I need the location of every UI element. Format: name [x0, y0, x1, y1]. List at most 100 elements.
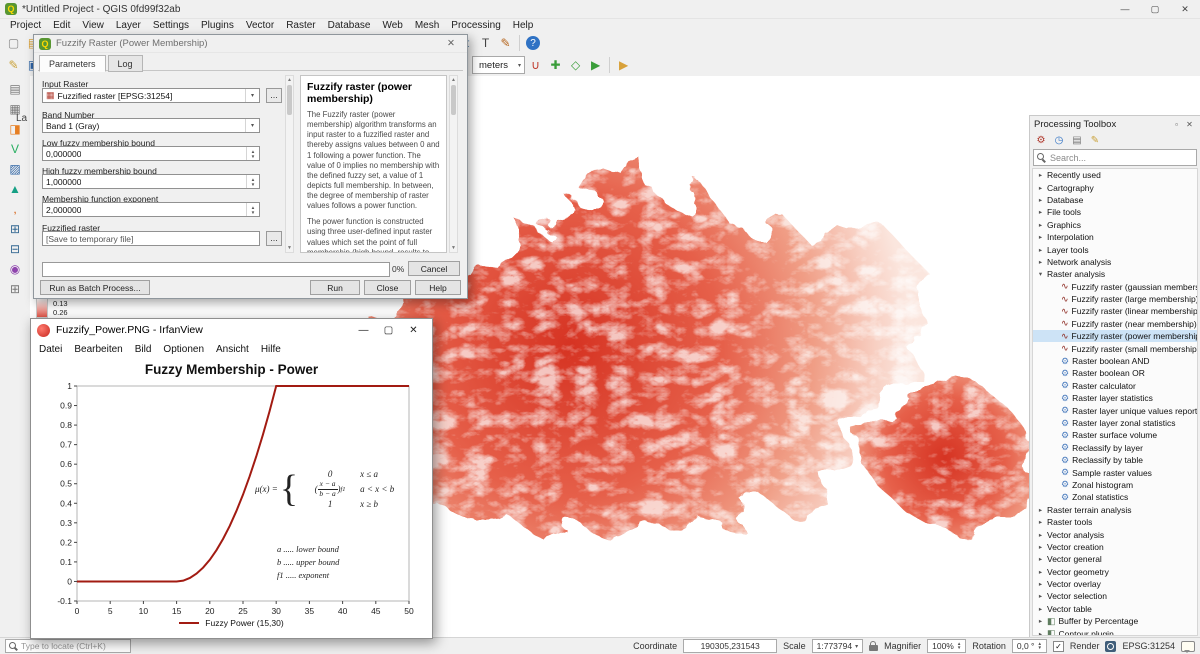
- chevron-right-icon[interactable]: ▸: [1037, 208, 1044, 216]
- browser-panel-icon[interactable]: ▤: [5, 80, 25, 98]
- toolbox-item-raster-calculator[interactable]: ⚙Raster calculator: [1033, 380, 1197, 392]
- text-annotation-icon[interactable]: T: [476, 34, 495, 53]
- scrollbar-thumb[interactable]: [287, 85, 292, 115]
- new-project-icon[interactable]: ▢: [4, 34, 23, 53]
- chevron-right-icon[interactable]: ▸: [1037, 171, 1044, 179]
- chevron-right-icon[interactable]: ▸: [1037, 531, 1044, 539]
- toolbox-item-graphics[interactable]: ▸Graphics: [1033, 219, 1197, 231]
- panel-close-icon[interactable]: ✕: [1183, 120, 1196, 129]
- toolbox-item-vector-creation[interactable]: ▸Vector creation: [1033, 541, 1197, 553]
- add-wms-icon[interactable]: ◉: [5, 260, 25, 278]
- rotation-spinbox[interactable]: 0,0 ° ▲▼: [1012, 639, 1047, 653]
- tab-log[interactable]: Log: [108, 55, 143, 72]
- trace-icon[interactable]: ▶: [586, 56, 605, 75]
- toolbox-item-interpolation[interactable]: ▸Interpolation: [1033, 231, 1197, 243]
- add-spatialite-icon[interactable]: ⊟: [5, 240, 25, 258]
- units-combo[interactable]: meters ▾: [472, 56, 525, 74]
- chevron-right-icon[interactable]: ▸: [1037, 630, 1044, 636]
- menu-item-view[interactable]: View: [76, 20, 110, 31]
- help-icon[interactable]: ?: [526, 36, 540, 50]
- cancel-button[interactable]: Cancel: [408, 261, 460, 276]
- toolbox-item-vector-selection[interactable]: ▸Vector selection: [1033, 590, 1197, 602]
- toolbox-item-fuzzify-raster-near-membership[interactable]: ∿Fuzzify raster (near membership): [1033, 318, 1197, 330]
- crs-icon[interactable]: [1105, 641, 1116, 652]
- menu-item-vector[interactable]: Vector: [240, 20, 280, 31]
- spinner-buttons[interactable]: ▲▼: [246, 203, 259, 216]
- toolbox-item-network-analysis[interactable]: ▸Network analysis: [1033, 256, 1197, 268]
- models-icon[interactable]: ⚙: [1034, 133, 1048, 147]
- menu-item-web[interactable]: Web: [376, 20, 408, 31]
- menu-item-database[interactable]: Database: [322, 20, 377, 31]
- add-raster-layer-icon[interactable]: ▨: [5, 160, 25, 178]
- lock-scale-icon[interactable]: [869, 645, 878, 651]
- chevron-right-icon[interactable]: ▸: [1037, 555, 1044, 563]
- batch-process-button[interactable]: Run as Batch Process...: [40, 280, 150, 295]
- chevron-right-icon[interactable]: ▸: [1037, 184, 1044, 192]
- chevron-right-icon[interactable]: ▸: [1037, 592, 1044, 600]
- close-dialog-button[interactable]: Close: [364, 280, 411, 295]
- add-mesh-layer-icon[interactable]: ▲: [5, 180, 25, 198]
- toolbox-item-buffer-by-percentage[interactable]: ▸◧Buffer by Percentage: [1033, 615, 1197, 627]
- toolbox-item-zonal-statistics[interactable]: ⚙Zonal statistics: [1033, 491, 1197, 503]
- menu-item-datei[interactable]: Datei: [33, 344, 68, 355]
- scale-combo[interactable]: 1:773794 ▾: [812, 639, 863, 653]
- add-delimited-text-icon[interactable]: ,: [5, 200, 25, 218]
- menu-item-mesh[interactable]: Mesh: [409, 20, 445, 31]
- menu-item-bild[interactable]: Bild: [129, 344, 158, 355]
- help-button[interactable]: Help: [415, 280, 461, 295]
- minimize-button[interactable]: —: [351, 319, 376, 341]
- minimize-button[interactable]: —: [1110, 0, 1140, 18]
- spinner-buttons[interactable]: ▲▼: [246, 147, 259, 160]
- spinner-buttons[interactable]: ▲▼: [246, 175, 259, 188]
- close-button[interactable]: ✕: [1170, 0, 1200, 18]
- chevron-down-icon[interactable]: ▾: [1037, 270, 1044, 278]
- toolbox-item-database[interactable]: ▸Database: [1033, 194, 1197, 206]
- digitize-icon[interactable]: ◇: [566, 56, 585, 75]
- chevron-right-icon[interactable]: ▸: [1037, 221, 1044, 229]
- menu-item-ansicht[interactable]: Ansicht: [210, 344, 255, 355]
- toolbox-item-raster-boolean-or[interactable]: ⚙Raster boolean OR: [1033, 367, 1197, 379]
- toolbox-item-reclassify-by-layer[interactable]: ⚙Reclassify by layer: [1033, 442, 1197, 454]
- menu-item-raster[interactable]: Raster: [280, 20, 321, 31]
- chevron-right-icon[interactable]: ▸: [1037, 580, 1044, 588]
- toolbox-item-fuzzify-raster-gaussian-membership[interactable]: ∿Fuzzify raster (gaussian membership): [1033, 281, 1197, 293]
- scrollbar-thumb[interactable]: [451, 85, 456, 115]
- menu-item-hilfe[interactable]: Hilfe: [255, 344, 287, 355]
- chevron-right-icon[interactable]: ▸: [1037, 605, 1044, 613]
- band-number-combo[interactable]: Band 1 (Gray) ▾: [42, 118, 260, 133]
- maximize-button[interactable]: ▢: [1140, 0, 1170, 18]
- menu-item-edit[interactable]: Edit: [47, 20, 76, 31]
- toolbox-item-fuzzify-raster-large-membership[interactable]: ∿Fuzzify raster (large membership): [1033, 293, 1197, 305]
- toolbox-item-raster-surface-volume[interactable]: ⚙Raster surface volume: [1033, 429, 1197, 441]
- chevron-right-icon[interactable]: ▸: [1037, 543, 1044, 551]
- toolbox-item-raster-tools[interactable]: ▸Raster tools: [1033, 516, 1197, 528]
- menu-item-help[interactable]: Help: [507, 20, 540, 31]
- toolbox-item-raster-layer-unique-values-report[interactable]: ⚙Raster layer unique values report: [1033, 404, 1197, 416]
- toolbox-item-zonal-histogram[interactable]: ⚙Zonal histogram: [1033, 479, 1197, 491]
- toolbox-item-contour-plugin[interactable]: ▸◧Contour plugin: [1033, 627, 1197, 636]
- menu-item-layer[interactable]: Layer: [110, 20, 147, 31]
- coordinate-value[interactable]: 190305,231543: [683, 639, 777, 653]
- chevron-right-icon[interactable]: ▸: [1037, 506, 1044, 514]
- chevron-right-icon[interactable]: ▸: [1037, 246, 1044, 254]
- add-vector-layer-icon[interactable]: V: [5, 140, 25, 158]
- toolbox-item-cartography[interactable]: ▸Cartography: [1033, 181, 1197, 193]
- close-button[interactable]: ✕: [401, 319, 426, 341]
- toolbox-item-raster-layer-zonal-statistics[interactable]: ⚙Raster layer zonal statistics: [1033, 417, 1197, 429]
- run-button[interactable]: Run: [310, 280, 360, 295]
- chevron-right-icon[interactable]: ▸: [1037, 568, 1044, 576]
- messages-icon[interactable]: [1181, 641, 1195, 652]
- toolbox-item-vector-general[interactable]: ▸Vector general: [1033, 553, 1197, 565]
- chevron-right-icon[interactable]: ▸: [1037, 518, 1044, 526]
- vertex-tool-icon[interactable]: ✚: [546, 56, 565, 75]
- select-arrow-icon[interactable]: ▶: [614, 56, 633, 75]
- tab-parameters[interactable]: Parameters: [39, 55, 106, 72]
- magnifier-spinbox[interactable]: 100% ▲▼: [927, 639, 966, 653]
- menu-item-bearbeiten[interactable]: Bearbeiten: [68, 344, 128, 355]
- toolbox-item-fuzzify-raster-small-membership[interactable]: ∿Fuzzify raster (small membership): [1033, 342, 1197, 354]
- chevron-right-icon[interactable]: ▸: [1037, 258, 1044, 266]
- toolbox-item-vector-geometry[interactable]: ▸Vector geometry: [1033, 566, 1197, 578]
- parameters-scrollbar[interactable]: ▲ ▼: [285, 75, 294, 253]
- map-tips-icon[interactable]: ✎: [496, 34, 515, 53]
- output-browse-button[interactable]: …: [266, 231, 282, 246]
